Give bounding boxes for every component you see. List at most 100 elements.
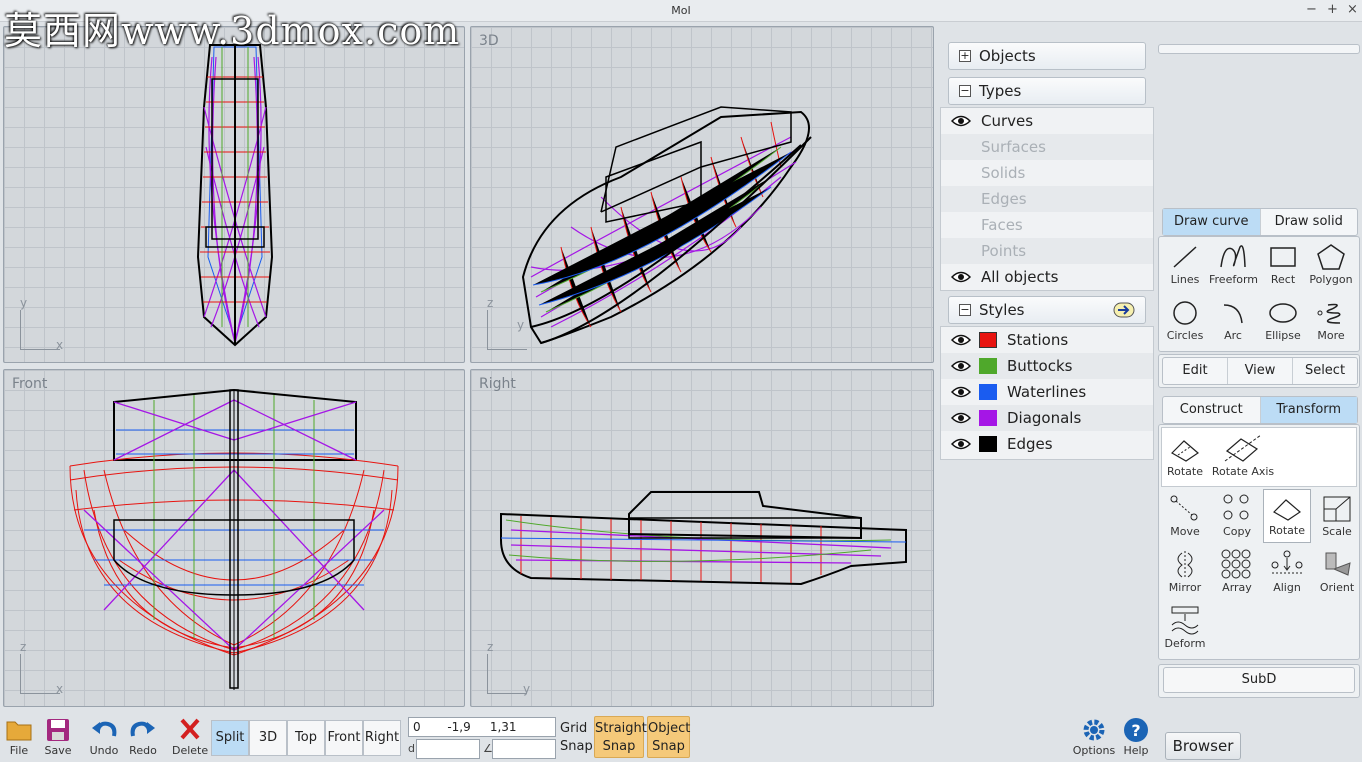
help-button[interactable]: ? Help — [1120, 716, 1152, 757]
tab-transform[interactable]: Transform — [1260, 397, 1357, 423]
tab-construct[interactable]: Construct — [1163, 397, 1261, 423]
rotate-axis-tool[interactable]: Rotate Axis — [1211, 433, 1275, 478]
eye-icon[interactable] — [951, 333, 971, 347]
rect-tool[interactable]: Rect — [1259, 243, 1307, 286]
subd-button[interactable]: SubD — [1163, 667, 1355, 693]
eye-icon[interactable] — [951, 385, 971, 399]
move-tool[interactable]: Move — [1161, 493, 1209, 538]
rotate-icon — [1171, 440, 1199, 462]
rotate-flyout-tool[interactable]: Rotate — [1161, 433, 1209, 478]
undo-button[interactable]: Undo — [88, 716, 120, 757]
viewport-front[interactable]: Front z x — [3, 369, 465, 707]
viewport-3d[interactable]: 3D z y — [470, 26, 934, 363]
eye-icon[interactable] — [951, 270, 971, 284]
scale-icon — [1323, 496, 1351, 522]
arc-tool[interactable]: Arc — [1209, 299, 1257, 342]
rotate-icon — [1273, 499, 1301, 521]
maximize-button[interactable]: + — [1327, 2, 1338, 17]
collapse-icon[interactable]: − — [959, 304, 971, 316]
lines-icon — [1173, 246, 1197, 268]
style-row-edges[interactable]: Edges — [941, 431, 1153, 457]
view-3d-button[interactable]: 3D — [249, 720, 287, 756]
tab-draw-solid[interactable]: Draw solid — [1261, 209, 1358, 235]
viewport-top[interactable]: y x — [3, 26, 465, 363]
mirror-tool[interactable]: Mirror — [1161, 549, 1209, 594]
grid-snap-toggle[interactable]: Grid Snap — [560, 720, 593, 756]
help-icon: ? — [1124, 718, 1148, 742]
orient-tool[interactable]: Orient — [1313, 549, 1361, 594]
eye-icon[interactable] — [951, 114, 971, 128]
color-swatch[interactable] — [979, 384, 997, 400]
close-button[interactable]: × — [1347, 2, 1358, 17]
view-front-button[interactable]: Front — [325, 720, 363, 756]
types-header[interactable]: − Types — [948, 77, 1146, 105]
axis-indicator — [20, 654, 60, 694]
tab-draw-curve[interactable]: Draw curve — [1163, 209, 1261, 235]
scale-tool[interactable]: Scale — [1313, 493, 1361, 538]
axis-label-x: x — [56, 338, 64, 352]
freeform-tool[interactable]: Freeform — [1209, 243, 1258, 286]
color-swatch[interactable] — [979, 332, 997, 348]
delete-x-icon — [180, 718, 200, 740]
lines-tool[interactable]: Lines — [1161, 243, 1209, 286]
type-row-surfaces[interactable]: Surfaces — [941, 134, 1153, 160]
tab-select[interactable]: Select — [1293, 358, 1357, 384]
color-swatch[interactable] — [979, 436, 997, 452]
save-button[interactable]: Save — [42, 716, 74, 757]
straight-snap-toggle[interactable]: Straight Snap — [594, 716, 647, 758]
type-row-edges[interactable]: Edges — [941, 186, 1153, 212]
transform-tabs: Construct Transform — [1162, 396, 1358, 424]
circles-tool[interactable]: Circles — [1161, 299, 1209, 342]
tab-view[interactable]: View — [1228, 358, 1293, 384]
style-row-stations[interactable]: Stations — [941, 327, 1153, 353]
axis-label-y: y — [20, 296, 28, 310]
ellipse-tool[interactable]: Ellipse — [1259, 299, 1307, 342]
minimize-button[interactable]: − — [1306, 2, 1317, 17]
polygon-tool[interactable]: Polygon — [1307, 243, 1355, 286]
style-row-waterlines[interactable]: Waterlines — [941, 379, 1153, 405]
type-row-faces[interactable]: Faces — [941, 212, 1153, 238]
file-button[interactable]: File — [4, 716, 34, 757]
style-row-buttocks[interactable]: Buttocks — [941, 353, 1153, 379]
viewport-right[interactable]: Right z y — [470, 369, 934, 707]
copy-tool[interactable]: Copy — [1213, 493, 1261, 538]
angle-input[interactable] — [492, 739, 556, 759]
edit-styles-arrow-icon[interactable] — [1113, 302, 1135, 318]
axis-indicator — [487, 654, 527, 694]
expand-icon[interactable]: + — [959, 50, 971, 62]
rect-icon — [1270, 247, 1296, 267]
eye-icon[interactable] — [951, 411, 971, 425]
view-right-button[interactable]: Right — [363, 720, 401, 756]
objects-header[interactable]: + Objects — [948, 42, 1146, 70]
coordinate-input[interactable]: 0 -1,9 1,31 — [408, 717, 556, 737]
color-swatch[interactable] — [979, 410, 997, 426]
styles-header[interactable]: − Styles — [948, 296, 1146, 324]
deform-icon — [1171, 606, 1199, 635]
color-swatch[interactable] — [979, 358, 997, 374]
delete-button[interactable]: Delete — [172, 716, 208, 757]
distance-input[interactable] — [416, 739, 480, 759]
array-tool[interactable]: Array — [1213, 549, 1261, 594]
style-row-diagonals[interactable]: Diagonals — [941, 405, 1153, 431]
circle-icon — [1173, 301, 1197, 325]
type-row-curves[interactable]: Curves — [941, 108, 1153, 134]
align-icon — [1271, 550, 1303, 574]
object-snap-toggle[interactable]: Object Snap — [647, 716, 690, 758]
align-tool[interactable]: Align — [1263, 549, 1311, 594]
rotate-tool[interactable]: Rotate — [1263, 489, 1311, 543]
more-tool[interactable]: More — [1307, 299, 1355, 342]
copy-icon — [1223, 494, 1249, 520]
tab-edit[interactable]: Edit — [1163, 358, 1228, 384]
deform-tool[interactable]: Deform — [1161, 605, 1209, 650]
view-top-button[interactable]: Top — [287, 720, 325, 756]
redo-button[interactable]: Redo — [127, 716, 159, 757]
type-row-all-objects[interactable]: All objects — [941, 264, 1153, 290]
view-split-button[interactable]: Split — [211, 720, 249, 756]
type-row-solids[interactable]: Solids — [941, 160, 1153, 186]
eye-icon[interactable] — [951, 437, 971, 451]
collapse-icon[interactable]: − — [959, 85, 971, 97]
options-button[interactable]: Options — [1070, 716, 1118, 757]
eye-icon[interactable] — [951, 359, 971, 373]
type-row-points[interactable]: Points — [941, 238, 1153, 264]
browser-button[interactable]: Browser — [1165, 732, 1241, 760]
